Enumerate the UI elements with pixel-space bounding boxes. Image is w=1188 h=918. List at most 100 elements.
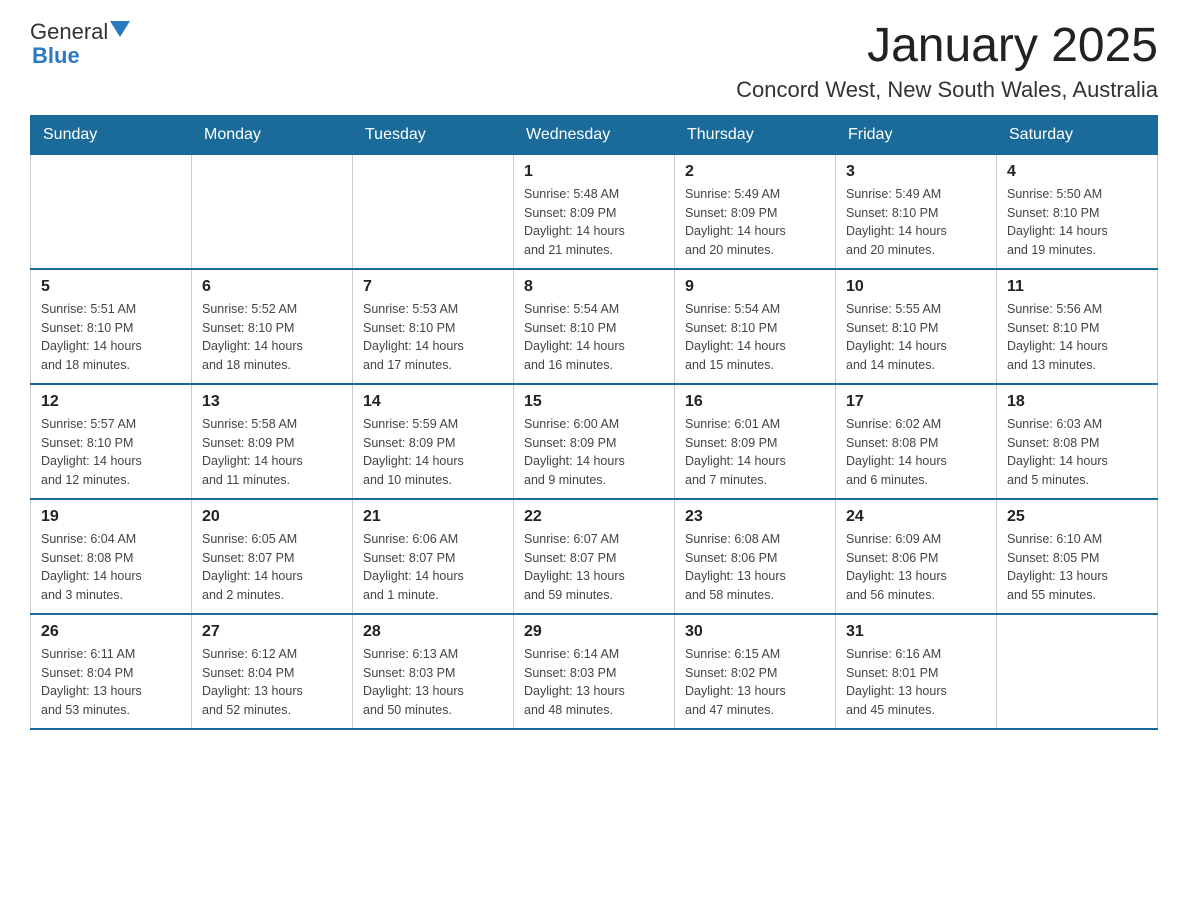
day-number: 16 [685,393,825,411]
day-info: Sunrise: 6:03 AMSunset: 8:08 PMDaylight:… [1007,415,1147,490]
day-number: 14 [363,393,503,411]
day-number: 31 [846,623,986,641]
day-number: 1 [524,163,664,181]
day-number: 8 [524,278,664,296]
header-day-saturday: Saturday [997,115,1158,154]
day-info: Sunrise: 5:52 AMSunset: 8:10 PMDaylight:… [202,300,342,375]
header-day-friday: Friday [836,115,997,154]
header-day-monday: Monday [192,115,353,154]
calendar-week-1: 1Sunrise: 5:48 AMSunset: 8:09 PMDaylight… [31,154,1158,269]
page-header: General Blue January 2025 Concord West, … [30,20,1158,103]
day-number: 29 [524,623,664,641]
day-number: 9 [685,278,825,296]
day-info: Sunrise: 5:53 AMSunset: 8:10 PMDaylight:… [363,300,503,375]
day-number: 11 [1007,278,1147,296]
day-number: 17 [846,393,986,411]
day-number: 22 [524,508,664,526]
calendar-cell: 4 Sunrise: 5:50 AMSunset: 8:10 PMDaylight… [997,154,1158,269]
calendar-cell [353,154,514,269]
calendar-cell: 20 Sunrise: 6:05 AMSunset: 8:07 PMDayligh… [192,499,353,614]
calendar-cell: 9 Sunrise: 5:54 AMSunset: 8:10 PMDaylight… [675,269,836,384]
day-info: Sunrise: 6:16 AMSunset: 8:01 PMDaylight:… [846,645,986,720]
calendar-cell: 17Sunrise: 6:02 AMSunset: 8:08 PMDayligh… [836,384,997,499]
day-info: Sunrise: 6:01 AMSunset: 8:09 PMDaylight:… [685,415,825,490]
day-number: 26 [41,623,181,641]
calendar-cell [997,614,1158,729]
day-number: 6 [202,278,342,296]
calendar-cell: 24 Sunrise: 6:09 AMSunset: 8:06 PMDayligh… [836,499,997,614]
day-info: Sunrise: 5:59 AMSunset: 8:09 PMDaylight:… [363,415,503,490]
calendar-week-2: 5 Sunrise: 5:51 AMSunset: 8:10 PMDaylight… [31,269,1158,384]
day-info: Sunrise: 5:57 AMSunset: 8:10 PMDaylight:… [41,415,181,490]
day-info: Sunrise: 5:50 AMSunset: 8:10 PMDaylight:… [1007,185,1147,260]
calendar-body: 1Sunrise: 5:48 AMSunset: 8:09 PMDaylight… [31,154,1158,729]
calendar-cell: 13Sunrise: 5:58 AMSunset: 8:09 PMDayligh… [192,384,353,499]
calendar-week-3: 12 Sunrise: 5:57 AMSunset: 8:10 PMDayligh… [31,384,1158,499]
day-number: 23 [685,508,825,526]
calendar-cell: 5 Sunrise: 5:51 AMSunset: 8:10 PMDaylight… [31,269,192,384]
header-row: SundayMondayTuesdayWednesdayThursdayFrid… [31,115,1158,154]
calendar-cell: 2Sunrise: 5:49 AMSunset: 8:09 PMDaylight… [675,154,836,269]
day-number: 10 [846,278,986,296]
calendar-cell: 11Sunrise: 5:56 AMSunset: 8:10 PMDayligh… [997,269,1158,384]
day-number: 20 [202,508,342,526]
day-number: 21 [363,508,503,526]
title-block: January 2025 Concord West, New South Wal… [736,20,1158,103]
day-number: 28 [363,623,503,641]
calendar-cell: 27Sunrise: 6:12 AMSunset: 8:04 PMDayligh… [192,614,353,729]
calendar-table: SundayMondayTuesdayWednesdayThursdayFrid… [30,115,1158,730]
calendar-cell: 3 Sunrise: 5:49 AMSunset: 8:10 PMDaylight… [836,154,997,269]
day-info: Sunrise: 5:51 AMSunset: 8:10 PMDaylight:… [41,300,181,375]
calendar-cell: 10Sunrise: 5:55 AMSunset: 8:10 PMDayligh… [836,269,997,384]
day-info: Sunrise: 6:15 AMSunset: 8:02 PMDaylight:… [685,645,825,720]
day-info: Sunrise: 6:05 AMSunset: 8:07 PMDaylight:… [202,530,342,605]
day-number: 18 [1007,393,1147,411]
calendar-cell: 18 Sunrise: 6:03 AMSunset: 8:08 PMDayligh… [997,384,1158,499]
day-info: Sunrise: 5:54 AMSunset: 8:10 PMDaylight:… [685,300,825,375]
logo-text-blue: Blue [32,44,80,68]
header-day-tuesday: Tuesday [353,115,514,154]
day-info: Sunrise: 6:04 AMSunset: 8:08 PMDaylight:… [41,530,181,605]
calendar-cell: 8 Sunrise: 5:54 AMSunset: 8:10 PMDaylight… [514,269,675,384]
day-number: 5 [41,278,181,296]
day-number: 30 [685,623,825,641]
calendar-cell: 19Sunrise: 6:04 AMSunset: 8:08 PMDayligh… [31,499,192,614]
calendar-week-4: 19Sunrise: 6:04 AMSunset: 8:08 PMDayligh… [31,499,1158,614]
calendar-cell: 26 Sunrise: 6:11 AMSunset: 8:04 PMDayligh… [31,614,192,729]
calendar-cell: 21 Sunrise: 6:06 AMSunset: 8:07 PMDayligh… [353,499,514,614]
day-info: Sunrise: 6:11 AMSunset: 8:04 PMDaylight:… [41,645,181,720]
calendar-cell: 31 Sunrise: 6:16 AMSunset: 8:01 PMDayligh… [836,614,997,729]
day-number: 3 [846,163,986,181]
day-number: 7 [363,278,503,296]
logo: General Blue [30,20,130,68]
logo-triangle-icon [110,21,130,37]
calendar-cell [192,154,353,269]
calendar-cell: 12 Sunrise: 5:57 AMSunset: 8:10 PMDayligh… [31,384,192,499]
day-info: Sunrise: 6:00 AMSunset: 8:09 PMDaylight:… [524,415,664,490]
day-number: 13 [202,393,342,411]
calendar-cell: 1Sunrise: 5:48 AMSunset: 8:09 PMDaylight… [514,154,675,269]
day-info: Sunrise: 5:49 AMSunset: 8:10 PMDaylight:… [846,185,986,260]
day-number: 4 [1007,163,1147,181]
calendar-cell: 25Sunrise: 6:10 AMSunset: 8:05 PMDayligh… [997,499,1158,614]
day-info: Sunrise: 5:49 AMSunset: 8:09 PMDaylight:… [685,185,825,260]
calendar-cell [31,154,192,269]
day-info: Sunrise: 6:13 AMSunset: 8:03 PMDaylight:… [363,645,503,720]
header-day-wednesday: Wednesday [514,115,675,154]
calendar-cell: 16 Sunrise: 6:01 AMSunset: 8:09 PMDayligh… [675,384,836,499]
calendar-header: SundayMondayTuesdayWednesdayThursdayFrid… [31,115,1158,154]
calendar-cell: 30 Sunrise: 6:15 AMSunset: 8:02 PMDayligh… [675,614,836,729]
day-info: Sunrise: 6:09 AMSunset: 8:06 PMDaylight:… [846,530,986,605]
calendar-cell: 29Sunrise: 6:14 AMSunset: 8:03 PMDayligh… [514,614,675,729]
calendar-week-5: 26 Sunrise: 6:11 AMSunset: 8:04 PMDayligh… [31,614,1158,729]
calendar-cell: 15Sunrise: 6:00 AMSunset: 8:09 PMDayligh… [514,384,675,499]
day-number: 12 [41,393,181,411]
day-info: Sunrise: 6:07 AMSunset: 8:07 PMDaylight:… [524,530,664,605]
day-number: 24 [846,508,986,526]
calendar-cell: 7 Sunrise: 5:53 AMSunset: 8:10 PMDaylight… [353,269,514,384]
day-info: Sunrise: 6:08 AMSunset: 8:06 PMDaylight:… [685,530,825,605]
day-info: Sunrise: 5:54 AMSunset: 8:10 PMDaylight:… [524,300,664,375]
calendar-cell: 22 Sunrise: 6:07 AMSunset: 8:07 PMDayligh… [514,499,675,614]
day-info: Sunrise: 6:06 AMSunset: 8:07 PMDaylight:… [363,530,503,605]
calendar-cell: 14 Sunrise: 5:59 AMSunset: 8:09 PMDayligh… [353,384,514,499]
